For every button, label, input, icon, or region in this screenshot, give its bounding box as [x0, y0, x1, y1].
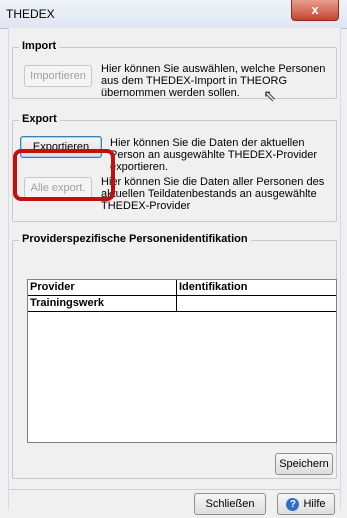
title-bar: THEDEX x	[0, 0, 347, 29]
import-description: Hier können Sie auswählen, welche Person…	[101, 63, 326, 99]
highlight-frame	[13, 149, 115, 201]
export-all-description: Hier können Sie die Daten aller Personen…	[101, 176, 325, 212]
cell-provider: Trainingswerk	[28, 296, 177, 311]
table-header: Provider Identifikation	[28, 280, 336, 296]
help-button-label: Hilfe	[303, 498, 326, 510]
import-group-label: Import	[19, 40, 60, 52]
export-description: Hier können Sie die Daten der aktuellen …	[110, 137, 318, 173]
save-button[interactable]: Speichern	[275, 453, 333, 475]
column-header-provider: Provider	[28, 280, 177, 295]
provider-table[interactable]: Provider Identifikation Trainingswerk	[27, 279, 337, 443]
cell-identification[interactable]	[177, 296, 336, 311]
footer-divider	[9, 489, 340, 490]
provider-group-label: Providerspezifische Personenidentifikati…	[19, 233, 251, 245]
import-button[interactable]: Importieren	[24, 65, 92, 87]
help-button[interactable]: ? Hilfe	[277, 493, 335, 515]
help-icon: ?	[286, 497, 300, 511]
import-group: Import Importieren Hier können Sie auswä…	[12, 40, 337, 99]
close-button[interactable]: x	[291, 0, 339, 21]
table-row[interactable]: Trainingswerk	[28, 296, 336, 312]
export-group-label: Export	[19, 113, 60, 125]
close-dialog-button[interactable]: Schließen	[194, 493, 266, 515]
mouse-cursor-icon: ⇖	[263, 88, 277, 105]
dialog-body: Import Importieren Hier können Sie auswä…	[8, 28, 341, 515]
column-header-identification: Identifikation	[179, 281, 248, 293]
window-title: THEDEX	[6, 7, 55, 21]
